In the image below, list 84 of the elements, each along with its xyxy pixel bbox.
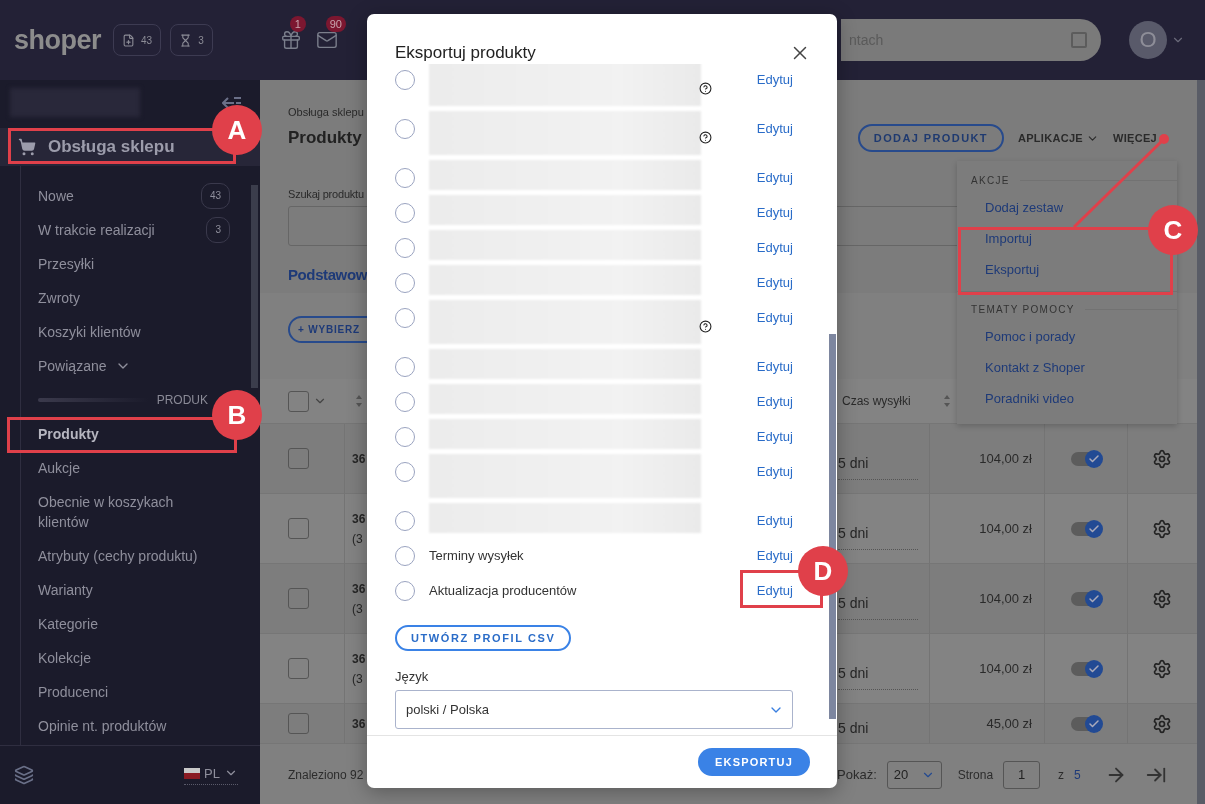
logo: shoper bbox=[14, 24, 103, 56]
language-select[interactable]: polski / Polska bbox=[395, 690, 793, 729]
notification-count: 90 bbox=[325, 16, 346, 32]
sidebar-item[interactable]: Zwroty bbox=[21, 281, 260, 315]
sidebar-item[interactable]: Warianty bbox=[21, 573, 123, 607]
language-select[interactable]: PL bbox=[184, 765, 238, 785]
product-code: 36 bbox=[352, 715, 366, 733]
price: 104,00 zł bbox=[979, 591, 1032, 606]
edit-link[interactable]: Edytuj bbox=[756, 581, 793, 601]
sidebar-item[interactable]: Aukcje bbox=[21, 451, 111, 485]
product-code: 36 bbox=[352, 450, 366, 468]
shipping-time: 5 dni bbox=[838, 665, 918, 690]
edit-link[interactable]: Edytuj bbox=[756, 238, 793, 258]
menu-item[interactable]: Eksportuj bbox=[985, 254, 1040, 285]
page-field[interactable]: 1 bbox=[1003, 760, 1041, 789]
product-code: 36 bbox=[352, 580, 366, 598]
menu-heading: AKCJE bbox=[971, 175, 1010, 186]
action-button[interactable]: APLIKACJE bbox=[1017, 131, 1099, 145]
sidebar-item[interactable]: Koszyki klientów bbox=[21, 315, 260, 349]
sidebar-item[interactable]: W trakcie realizacji 3 bbox=[21, 213, 260, 247]
price: 104,00 zł bbox=[979, 451, 1032, 466]
field-label: Pokaż: bbox=[837, 767, 877, 782]
sidebar-item[interactable]: Opinie nt. produktów bbox=[21, 709, 197, 743]
product-note: (3 bbox=[352, 530, 364, 548]
counter-badge[interactable]: 43 bbox=[113, 24, 162, 56]
edit-link[interactable]: Edytuj bbox=[756, 511, 793, 531]
price: 45,00 zł bbox=[986, 716, 1032, 731]
sidebar-item[interactable]: Nowe 43 bbox=[21, 179, 260, 213]
profile-name: Terminy wysyłek bbox=[429, 547, 525, 565]
product-code: 36 bbox=[352, 510, 366, 528]
product-note: (3 bbox=[352, 600, 364, 618]
sidebar-item[interactable]: Produkty bbox=[21, 417, 129, 451]
edit-link[interactable]: Edytuj bbox=[756, 273, 793, 293]
edit-link[interactable]: Edytuj bbox=[756, 392, 793, 412]
sidebar-item[interactable]: Kolekcje bbox=[21, 641, 121, 675]
menu-item[interactable]: Pomoc i porady bbox=[985, 321, 1076, 352]
shipping-time: 5 dni bbox=[838, 455, 918, 480]
menu-item[interactable]: Dodaj zestaw bbox=[985, 192, 1064, 223]
edit-link[interactable]: Edytuj bbox=[756, 308, 793, 328]
page-of: z bbox=[1058, 767, 1065, 782]
sidebar-item[interactable]: Producenci bbox=[21, 675, 139, 709]
shipping-time: 5 dni bbox=[838, 720, 918, 743]
column-header[interactable]: Czas wysyłki bbox=[842, 394, 911, 408]
per-page-select[interactable]: 20 bbox=[886, 760, 942, 789]
sidebar-item[interactable]: Przesyłki bbox=[21, 247, 260, 281]
sidebar-item[interactable]: Obecnie w koszykach klientów bbox=[21, 485, 236, 539]
edit-link[interactable]: Edytuj bbox=[756, 70, 793, 90]
action-button[interactable]: DODAJ PRODUKT bbox=[857, 124, 1004, 152]
edit-link[interactable]: Edytuj bbox=[756, 357, 793, 377]
edit-link[interactable]: Edytuj bbox=[756, 168, 793, 188]
shipping-time: 5 dni bbox=[838, 525, 918, 550]
edit-link[interactable]: Edytuj bbox=[756, 546, 793, 566]
edit-link[interactable]: Edytuj bbox=[756, 119, 793, 139]
results-count: Znaleziono 92 bbox=[288, 767, 364, 782]
count-badge: 3 bbox=[206, 217, 230, 243]
shipping-time: 5 dni bbox=[838, 595, 918, 620]
price: 104,00 zł bbox=[979, 521, 1032, 536]
edit-link[interactable]: Edytuj bbox=[756, 427, 793, 447]
sidebar-item[interactable]: Kategorie bbox=[21, 607, 128, 641]
menu-item[interactable]: Kontakt z Shoper bbox=[985, 352, 1085, 383]
counter-badge[interactable]: 3 bbox=[170, 24, 213, 56]
action-button[interactable]: WIĘCEJ bbox=[1113, 132, 1157, 144]
menu-heading: TEMATY POMOCY bbox=[971, 304, 1075, 315]
page-total[interactable]: 5 bbox=[1074, 767, 1081, 782]
sidebar-item[interactable]: Atrybuty (cechy produktu) bbox=[21, 539, 228, 573]
export-button[interactable]: EKSPORTUJ bbox=[697, 748, 810, 776]
dialog-title: Eksportuj produkty bbox=[395, 43, 536, 63]
edit-link[interactable]: Edytuj bbox=[756, 462, 793, 482]
count-badge: 43 bbox=[200, 183, 230, 209]
profile-name: Aktualizacja producentów bbox=[429, 582, 578, 600]
create-profile-button[interactable]: UTWÓRZ PROFIL CSV bbox=[395, 625, 572, 651]
field-label: Język bbox=[395, 669, 430, 684]
product-code: 36 bbox=[352, 650, 366, 668]
menu-item[interactable]: Importuj bbox=[985, 223, 1032, 254]
edit-link[interactable]: Edytuj bbox=[756, 203, 793, 223]
sidebar-item[interactable]: Powiązane bbox=[21, 349, 260, 383]
menu-item[interactable]: Poradniki video bbox=[985, 383, 1074, 414]
section-label: PRODUK bbox=[156, 393, 208, 407]
page-title: Produkty bbox=[288, 128, 362, 148]
field-label: Szukaj produktu bbox=[288, 188, 365, 200]
price: 104,00 zł bbox=[979, 661, 1032, 676]
field-label: Strona bbox=[957, 767, 994, 782]
notification-count: 1 bbox=[289, 16, 306, 32]
product-note: (3 bbox=[352, 670, 364, 688]
